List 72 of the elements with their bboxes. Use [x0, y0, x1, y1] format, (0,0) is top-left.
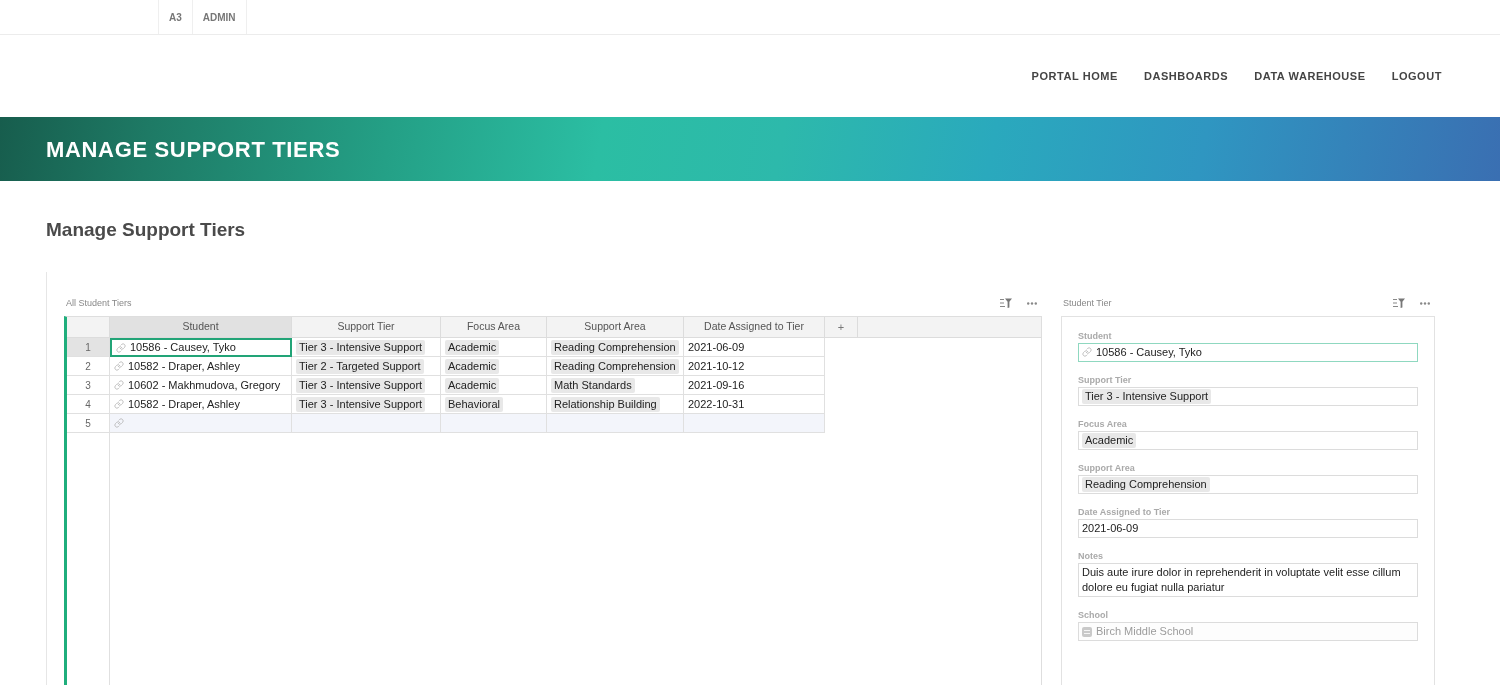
top-bar-link[interactable]: ADMIN: [191, 0, 247, 34]
choice-tag: Tier 2 - Targeted Support: [296, 358, 424, 374]
choice-tag: Math Standards: [551, 377, 635, 393]
choice-tag: Academic: [445, 377, 500, 393]
nav-link[interactable]: DASHBOARDS: [1143, 67, 1229, 85]
field-label: Focus Area: [1078, 418, 1128, 430]
field-label: Support Tier: [1078, 374, 1133, 386]
new-row-cell[interactable]: [441, 414, 547, 433]
cell-text: 10586 - Causey, Tyko: [130, 340, 236, 356]
field-label: School: [1078, 609, 1109, 621]
sort-filter-icon[interactable]: [1000, 298, 1012, 308]
reference-field[interactable]: 10586 - Causey, Tyko: [1078, 343, 1418, 362]
ellipsis-icon[interactable]: [1420, 301, 1430, 305]
row-number: 4: [67, 395, 110, 414]
choice-tag: Reading Comprehension: [551, 358, 679, 374]
nav-link[interactable]: PORTAL HOME: [1031, 67, 1118, 85]
choice-tag: Academic: [445, 339, 500, 355]
choice-tag: Tier 3 - Intensive Support: [1082, 389, 1212, 404]
field-label: Date Assigned to Tier: [1078, 506, 1172, 518]
row-number: 2: [67, 357, 110, 376]
row-number: 3: [67, 376, 110, 395]
choice-tag: Academic: [1082, 433, 1137, 448]
field-label: Support Area: [1078, 462, 1136, 474]
choice-tag: Relationship Building: [551, 396, 660, 412]
choice-field[interactable]: Tier 3 - Intensive Support: [1078, 387, 1418, 406]
new-row-cell[interactable]: [547, 414, 684, 433]
sort-filter-icon[interactable]: [1393, 298, 1405, 308]
column-header[interactable]: Support Area: [547, 317, 684, 337]
new-row-cell[interactable]: [292, 414, 441, 433]
choice-tag: Reading Comprehension: [1082, 477, 1210, 492]
choice-tag: Behavioral: [445, 396, 503, 412]
page-heading: Manage Support Tiers: [46, 219, 247, 241]
link-icon: [1082, 347, 1092, 357]
add-column-button[interactable]: +: [825, 317, 858, 337]
choice-tag: Tier 3 - Intensive Support: [296, 339, 426, 355]
cell-text: 10582 - Draper, Ashley: [128, 396, 240, 412]
nav-link[interactable]: DATA WAREHOUSE: [1254, 67, 1366, 85]
record-icon: [1082, 627, 1092, 637]
column-header[interactable]: Date Assigned to Tier: [684, 317, 825, 337]
new-row-cell[interactable]: [110, 414, 292, 433]
field-label: Notes: [1078, 550, 1104, 562]
nav-link[interactable]: LOGOUT: [1391, 67, 1442, 85]
widget-title: All Student Tiers: [66, 297, 132, 309]
choice-field[interactable]: Academic: [1078, 431, 1418, 450]
choice-tag: Reading Comprehension: [551, 339, 679, 355]
link-icon: [114, 418, 124, 428]
column-header[interactable]: Student: [110, 317, 292, 337]
new-row-cell[interactable]: [684, 414, 825, 433]
ellipsis-icon[interactable]: [1027, 301, 1037, 305]
row-number: 1: [67, 338, 110, 357]
link-icon: [114, 361, 124, 371]
column-header[interactable]: Focus Area: [441, 317, 547, 337]
date-field[interactable]: 2021-06-09: [1078, 519, 1418, 538]
choice-tag: Tier 3 - Intensive Support: [296, 377, 426, 393]
text-area-field[interactable]: Duis aute irure dolor in reprehenderit in voluptate velit esse cillum dolore eu fugiat nulla pariatur: [1078, 563, 1418, 597]
choice-tag: Tier 3 - Intensive Support: [296, 396, 426, 412]
column-header[interactable]: Support Tier: [292, 317, 441, 337]
table-cell: 2021-09-16: [684, 376, 825, 395]
table-cell: 2021-06-09: [684, 338, 825, 357]
link-icon: [114, 399, 124, 409]
choice-field[interactable]: Reading Comprehension: [1078, 475, 1418, 494]
widget-title: Student Tier: [1063, 297, 1112, 309]
link-icon: [116, 342, 126, 353]
banner-title: MANAGE SUPPORT TIERS: [46, 135, 341, 164]
top-bar-link[interactable]: A3: [158, 0, 192, 34]
cell-text: 10602 - Makhmudova, Gregory: [128, 377, 281, 393]
row-number: 5: [67, 414, 110, 433]
choice-tag: Academic: [445, 358, 500, 374]
field-label: Student: [1078, 330, 1113, 342]
table-cell: 2021-10-12: [684, 357, 825, 376]
link-icon: [114, 380, 124, 390]
cell-text: 10582 - Draper, Ashley: [128, 358, 240, 374]
